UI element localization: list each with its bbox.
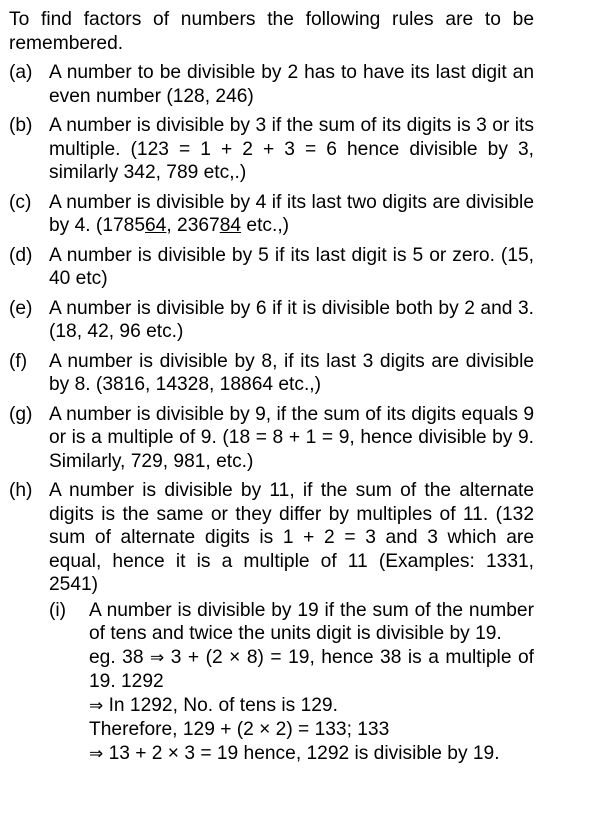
rule-a: (a) A number to be divisible by 2 has to…	[9, 61, 534, 108]
rule-g: (g) A number is divisible by 9, if the s…	[9, 403, 534, 474]
rule-label: (f)	[9, 350, 28, 372]
subitem-step-line: ⇒ 13 + 2 × 3 = 19 hence, 1292 is divisib…	[89, 742, 534, 767]
step-text: In 1292, No. of tens is 129.	[103, 694, 338, 716]
rule-c: (c) A number is divisible by 4 if its la…	[9, 191, 534, 238]
rule-text-part: , 2367	[166, 215, 220, 236]
rule-text: A number is divisible by 9, if the sum o…	[49, 403, 534, 472]
rule-text: A number is divisible by 8, if its last …	[49, 350, 534, 396]
implies-arrow-icon: ⇒	[150, 647, 165, 668]
rule-text: A number is divisible by 6 if it is divi…	[49, 297, 534, 343]
subitem-step-line: ⇒ In 1292, No. of tens is 129.	[89, 694, 534, 719]
rule-text: A number is divisible by 11, if the sum …	[49, 480, 534, 595]
underlined-digits: 84	[219, 215, 242, 236]
rule-b: (b) A number is divisible by 3 if the su…	[9, 114, 534, 185]
subitem-line: A number is divisible by 19 if the sum o…	[89, 599, 534, 645]
rule-label: (b)	[9, 115, 33, 136]
rule-f: (f) A number is divisible by 8, if its l…	[9, 350, 534, 397]
rule-text-part: etc.,)	[241, 215, 290, 236]
document-page: To find factors of numbers the following…	[0, 0, 590, 817]
rule-text: A number is divisible by 4 if its last t…	[49, 191, 534, 238]
subitem-label: (i)	[49, 599, 67, 621]
intro-paragraph: To find factors of numbers the following…	[9, 9, 534, 54]
subitem-step-line: Therefore, 129 + (2 × 2) = 133; 133	[89, 719, 390, 740]
rule-label: (g)	[9, 403, 33, 425]
rule-text: A number is divisible by 3 if the sum of…	[49, 115, 534, 183]
implies-arrow-icon: ⇒	[89, 695, 104, 716]
rule-text-wrapper: A number is divisible by 11, if the sum …	[49, 479, 534, 766]
implies-arrow-icon: ⇒	[89, 743, 104, 764]
rule-label: (h)	[9, 480, 33, 501]
rule-h-subitem-i: (i) A number is divisible by 19 if the s…	[49, 599, 534, 767]
rule-label: (c)	[9, 191, 32, 213]
rule-h: (h) A number is divisible by 11, if the …	[9, 479, 534, 766]
rule-d: (d) A number is divisible by 5 if its la…	[9, 244, 534, 291]
example-text: eg. 38	[89, 646, 150, 668]
rule-label: (d)	[9, 244, 33, 266]
rule-e: (e) A number is divisible by 6 if it is …	[9, 297, 534, 344]
rule-text: A number is divisible by 5 if its last d…	[49, 244, 534, 290]
subitem-body: A number is divisible by 19 if the sum o…	[89, 599, 534, 767]
rule-text-part: A number is divisible by 4 if its last t…	[49, 191, 534, 237]
rule-label: (e)	[9, 297, 33, 319]
step-text: 13 + 2 × 3 = 19 hence, 1292 is divisible…	[103, 742, 500, 764]
underlined-digits: 64	[145, 215, 167, 236]
rule-label: (a)	[9, 62, 33, 83]
rule-text: A number to be divisible by 2 has to hav…	[49, 62, 534, 107]
subitem-example-line: eg. 38 ⇒ 3 + (2 × 8) = 19, hence 38 is a…	[89, 646, 534, 694]
